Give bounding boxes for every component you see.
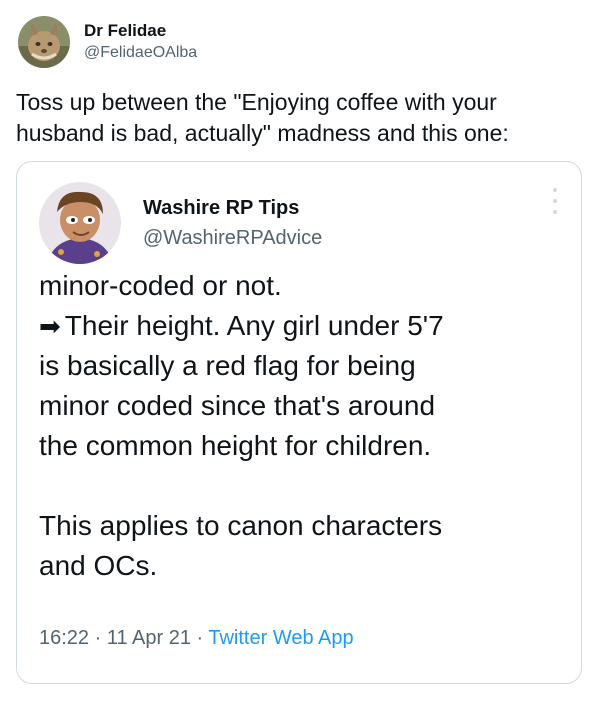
quoted-tweet-metadata: 16:22 · 11 Apr 21 · Twitter Web App xyxy=(39,624,354,652)
quoted-text-line: and OCs. xyxy=(39,550,158,581)
cartoon-character-avatar-icon[interactable] xyxy=(39,182,121,264)
more-options-icon[interactable] xyxy=(547,188,563,214)
quoted-tweet-text: minor-coded or not. ➡ Their height. Any g… xyxy=(39,266,569,586)
quoted-text-line: ➡ Their height. Any girl under 5'7 xyxy=(39,306,569,346)
quoted-text-line: This applies to canon characters xyxy=(39,510,443,541)
quoted-tweet-timestamp[interactable]: 16:22 · 11 Apr 21 · xyxy=(39,627,208,649)
quoted-text-segment: Their height. Any girl under 5'7 xyxy=(64,310,444,341)
author-handle[interactable]: @FelidaeOAlba xyxy=(84,42,197,64)
tweet-text: Toss up between the "Enjoying coffee wit… xyxy=(16,89,509,146)
author-display-name[interactable]: Dr Felidae xyxy=(84,20,197,42)
quoted-text-line: minor coded since that's around xyxy=(39,390,436,421)
quoted-text-line: minor-coded or not. xyxy=(39,270,282,301)
quoted-author-display-name[interactable]: Washire RP Tips xyxy=(143,193,322,223)
quoted-tweet-author[interactable]: Washire RP Tips @WashireRPAdvice xyxy=(39,182,322,264)
quoted-author-handle[interactable]: @WashireRPAdvice xyxy=(143,223,322,253)
right-arrow-icon: ➡ xyxy=(39,311,61,341)
quoted-text-line: the common height for children. xyxy=(39,430,432,461)
lynx-avatar-icon[interactable] xyxy=(18,16,70,68)
tweet-screenshot: Dr Felidae @FelidaeOAlba Toss up between… xyxy=(0,0,599,702)
quoted-tweet-source-link[interactable]: Twitter Web App xyxy=(208,627,353,649)
tweet-author[interactable]: Dr Felidae @FelidaeOAlba xyxy=(18,14,197,70)
quoted-tweet-card[interactable]: Washire RP Tips @WashireRPAdvice minor-c… xyxy=(16,161,582,684)
quoted-text-line: is basically a red flag for being xyxy=(39,350,416,381)
